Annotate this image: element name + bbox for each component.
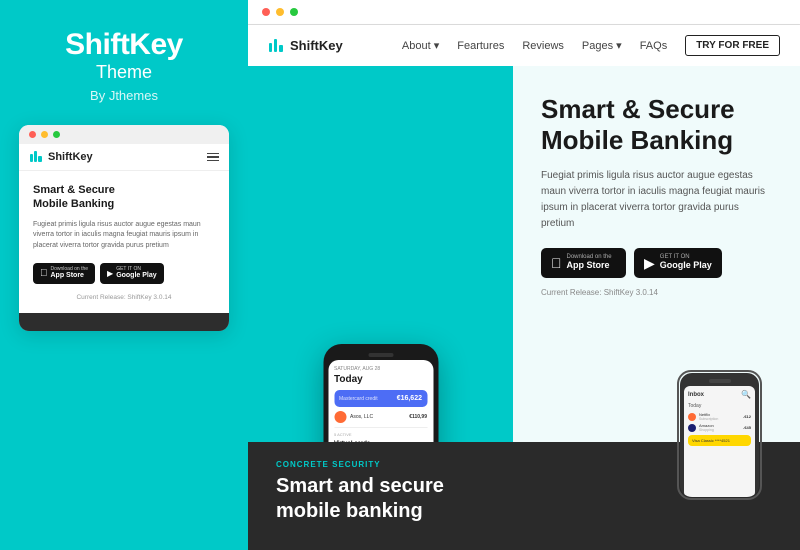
bp-item-info-2: Amazon Shopping — [699, 423, 740, 432]
mini-dark-footer — [19, 313, 229, 331]
left-sidebar: ShiftKey Theme By Jthemes ShiftKey — [0, 0, 248, 550]
brand-title: ShiftKey — [65, 28, 183, 62]
mini-logo: ShiftKey — [29, 150, 93, 164]
bp-search-icon: 🔍 — [741, 390, 751, 399]
hero-headline: Smart & SecureMobile Banking — [541, 94, 772, 156]
mini-appstore-text: Download on the App Store — [51, 267, 89, 280]
bp-screen: Inbox 🔍 Today Netflix Subscription -€12 — [684, 386, 755, 497]
phone-vc-count: 5 ACTIVE — [334, 432, 427, 437]
bp-today-row: Today — [688, 403, 751, 409]
mini-dot-red — [29, 131, 36, 138]
hero-teal-section: SATURDAY, AUG 28 Today Mastercard credit… — [248, 66, 513, 442]
bp-item-dot-2 — [688, 424, 696, 432]
phone-screen: SATURDAY, AUG 28 Today Mastercard credit… — [328, 360, 433, 442]
bp-today-label: Today — [688, 403, 701, 409]
try-for-free-button[interactable]: TRY FOR FREE — [685, 35, 780, 56]
phone-notch — [368, 353, 393, 357]
phone-list-item-asos: Asos, LLC €110,99 — [334, 411, 427, 423]
website-logo-icon — [268, 38, 284, 54]
brand-by: By Jthemes — [90, 88, 158, 103]
playstore-text: GET IT ON Google Play — [660, 254, 712, 272]
phone-list-name: Asos, LLC — [350, 414, 373, 420]
chrome-dot-yellow — [276, 8, 284, 16]
website-nav-links: About ▾ Feartures Reviews Pages ▾ FAQs T… — [402, 35, 780, 56]
appstore-text: Download on the App Store — [567, 254, 612, 272]
hamburger-icon[interactable] — [207, 153, 219, 162]
mini-playstore-text: GET IT ON Google Play — [116, 267, 156, 280]
nav-features[interactable]: Feartures — [457, 40, 504, 52]
appstore-button[interactable]:  Download on the App Store — [541, 248, 626, 278]
bp-yellow-card: Visa Classic ****4521 — [688, 435, 751, 446]
phone-outer: SATURDAY, AUG 28 Today Mastercard credit… — [323, 344, 438, 442]
mini-dot-yellow — [41, 131, 48, 138]
phone-list-icon-asos — [334, 411, 346, 423]
store-buttons:  Download on the App Store ▶ GET IT ON … — [541, 248, 772, 278]
mini-browser-bar — [19, 125, 229, 144]
chrome-dot-red — [262, 8, 270, 16]
phone-today: Today — [334, 374, 427, 385]
phone-card: Mastercard credit €16,622 — [334, 390, 427, 407]
mini-body-text: Fugieat primis ligula risus auctor augue… — [33, 220, 215, 252]
phone-screen-inner: SATURDAY, AUG 28 Today Mastercard credit… — [328, 360, 433, 442]
apple-store-icon:  — [551, 255, 562, 271]
phone-card-label: Mastercard credit — [339, 396, 378, 402]
nav-reviews[interactable]: Reviews — [522, 40, 564, 52]
bp-item-1: Netflix Subscription -€12 — [688, 412, 751, 421]
mini-store-buttons:  Download on the App Store ▶ GET IT ON … — [33, 263, 215, 284]
website-logo: ShiftKey — [268, 38, 343, 54]
bp-nav: Inbox 🔍 — [688, 390, 751, 399]
brand-subtitle: Theme — [96, 62, 152, 83]
mini-browser-mockup: ShiftKey Smart & SecureMobile Banking Fu… — [19, 125, 229, 331]
mini-dot-green — [53, 131, 60, 138]
mini-logo-text: ShiftKey — [48, 151, 93, 163]
right-panel: ShiftKey About ▾ Feartures Reviews Pages… — [248, 0, 800, 550]
mini-nav: ShiftKey — [19, 144, 229, 171]
website-nav: ShiftKey About ▾ Feartures Reviews Pages… — [248, 25, 800, 66]
phone-notch-bar — [328, 352, 433, 358]
bp-item-dot-1 — [688, 413, 696, 421]
website-logo-text: ShiftKey — [290, 38, 343, 53]
nav-pages[interactable]: Pages ▾ — [582, 39, 622, 52]
bp-notch — [709, 379, 731, 383]
browser-chrome — [248, 0, 800, 25]
bottom-headline: Smart and securemobile banking — [276, 474, 552, 524]
release-text: Current Release: ShiftKey 3.0.14 — [541, 288, 772, 297]
phone-date: SATURDAY, AUG 28 — [334, 366, 427, 372]
phone-list-amount: €110,99 — [409, 414, 427, 420]
apple-icon:  — [40, 268, 48, 279]
website-bottom-section: CONCRETE SECURITY Smart and securemobile… — [248, 442, 800, 550]
bottom-tag: CONCRETE SECURITY — [276, 460, 552, 469]
playstore-button[interactable]: ▶ GET IT ON Google Play — [634, 248, 722, 278]
phone-divider — [334, 427, 427, 428]
mini-appstore-btn[interactable]:  Download on the App Store — [33, 263, 95, 284]
play-store-icon: ▶ — [644, 255, 655, 272]
bp-item-2: Amazon Shopping -€45 — [688, 423, 751, 432]
hero-body: Fuegiat primis ligula risus auctor augue… — [541, 168, 771, 232]
nav-about[interactable]: About ▾ — [402, 39, 439, 52]
mini-content: Smart & SecureMobile Banking Fugieat pri… — [19, 171, 229, 313]
phone-mockup: SATURDAY, AUG 28 Today Mastercard credit… — [323, 344, 438, 442]
bp-inbox-label: Inbox — [688, 392, 704, 398]
mini-playstore-btn[interactable]: ▶ GET IT ON Google Play — [100, 263, 164, 284]
bottom-phone-inner: Inbox 🔍 Today Netflix Subscription -€12 — [680, 373, 759, 497]
mini-logo-icon — [29, 150, 43, 164]
play-icon: ▶ — [107, 269, 113, 278]
mini-release-text: Current Release: ShiftKey 3.0.14 — [33, 294, 215, 301]
phone-card-value: €16,622 — [397, 395, 422, 402]
bottom-text: CONCRETE SECURITY Smart and securemobile… — [276, 460, 552, 524]
nav-faqs[interactable]: FAQs — [640, 40, 668, 52]
bp-item-info-1: Netflix Subscription — [699, 412, 740, 421]
mini-headline: Smart & SecureMobile Banking — [33, 183, 215, 212]
chrome-dot-green — [290, 8, 298, 16]
